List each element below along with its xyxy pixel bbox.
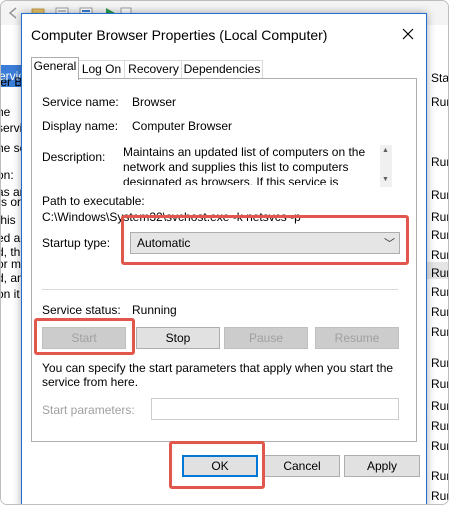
background-status-cell: Run [431, 210, 448, 224]
background-text-line: servi [1, 121, 23, 135]
startup-type-label: Startup type: [42, 236, 111, 250]
start-button-highlight [34, 318, 135, 355]
apply-button[interactable]: Apply [344, 455, 420, 477]
background-status-cell: Run [431, 489, 448, 503]
background-status-cell: Run [431, 419, 448, 433]
background-status-cell: Run [431, 356, 448, 370]
ok-button-highlight [169, 441, 265, 489]
background-text-line: he [1, 105, 11, 119]
display-name-label: Display name: [42, 119, 119, 133]
background-text-line: on it [1, 287, 20, 301]
background-text-line: on: [1, 168, 14, 182]
tab-recovery[interactable]: Recovery [124, 60, 183, 79]
dialog-title: Computer Browser Properties (Local Compu… [31, 27, 328, 43]
background-status-cell: Run [431, 95, 448, 109]
background-status-cell: Run [431, 188, 448, 202]
start-params-label: Start parameters: [42, 403, 135, 417]
background-status-cell: Run [431, 377, 448, 391]
scroll-up-icon[interactable]: ▲ [382, 147, 389, 154]
background-status-cell: Run [431, 325, 448, 339]
divider [42, 289, 398, 290]
background-status-cell: Run [431, 399, 448, 413]
service-name-value: Browser [132, 95, 177, 109]
cancel-button[interactable]: Cancel [264, 455, 340, 477]
service-status-label: Service status: [42, 303, 121, 317]
screenshot-frame: ervice ter Bheservihe seon:as andrs orth… [0, 0, 449, 505]
background-status-cell: Run [431, 155, 448, 169]
background-status-cell: Run [431, 469, 448, 483]
background-status-cell: Run [431, 285, 448, 299]
resume-button[interactable]: Resume [315, 327, 399, 349]
service-status-value: Running [132, 303, 177, 317]
background-status-cell: Run [431, 266, 448, 280]
background-status-cell: Run [431, 228, 448, 242]
display-name-value: Computer Browser [132, 119, 233, 133]
background-text-line: rs or [0, 195, 21, 209]
dialog-titlebar[interactable]: Computer Browser Properties (Local Compu… [22, 14, 426, 52]
scroll-down-icon[interactable]: ▼ [382, 176, 389, 183]
background-status-cell: Run [431, 305, 448, 319]
stop-button[interactable]: Stop [136, 327, 220, 349]
start-params-hint: You can specify the start parameters tha… [42, 361, 394, 389]
background-status-cell: Run [431, 439, 448, 453]
background-text-line: ter B [0, 75, 23, 89]
background-description-pane: ervice ter Bheservihe seon:as andrs orth… [0, 25, 33, 504]
tab-log-on[interactable]: Log On [77, 60, 126, 79]
tab-dependencies[interactable]: Dependencies [181, 60, 263, 79]
tab-general[interactable]: General [31, 57, 79, 80]
background-status-cell: Run [431, 248, 448, 262]
background-status-header: Stat [431, 71, 449, 85]
service-name-label: Service name: [42, 95, 119, 109]
background-text-line: or m [1, 257, 21, 271]
startup-type-highlight [121, 215, 409, 265]
description-text[interactable]: Maintains an updated list of computers o… [123, 145, 379, 185]
start-params-input[interactable] [151, 398, 399, 420]
back-icon [8, 7, 17, 19]
description-scrollbar[interactable]: ▲ ▼ [380, 145, 392, 187]
close-button[interactable] [394, 22, 422, 46]
pause-button[interactable]: Pause [224, 327, 308, 349]
description-label: Description: [42, 150, 106, 164]
path-label: Path to executable: [42, 194, 145, 208]
background-status-column: Stat Run Run Run Run Run Run Run Run Run Run Run Ru… [425, 25, 449, 504]
close-icon [402, 28, 414, 40]
background-text-line: this [0, 213, 16, 227]
